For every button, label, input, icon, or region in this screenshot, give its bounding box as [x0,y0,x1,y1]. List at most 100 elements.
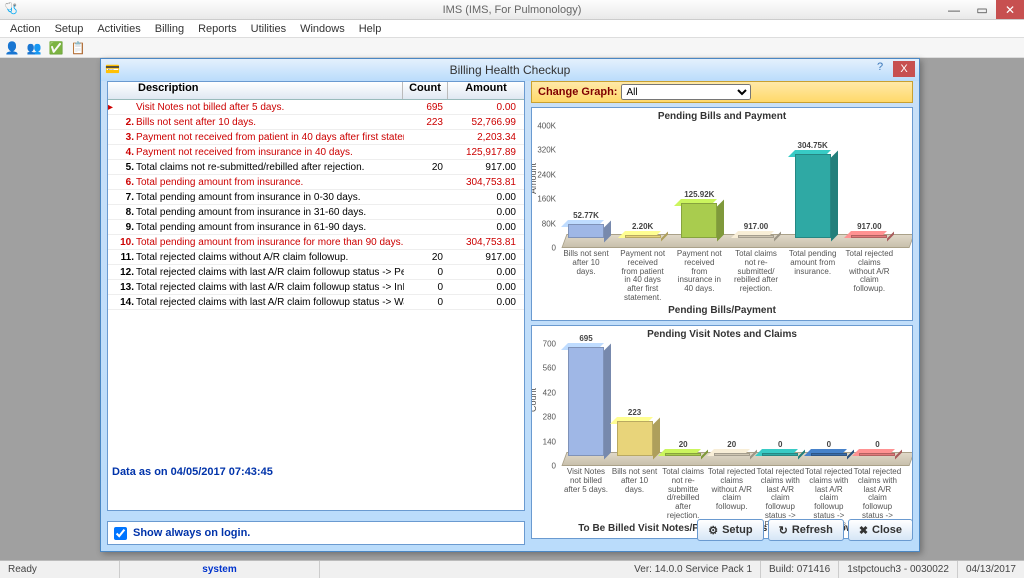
dialog-help-button[interactable]: ? [871,61,889,73]
row-count: 223 [404,117,449,128]
chart-bar [738,235,774,238]
category-label: Total claims not re-submitted/ rebilled … [732,250,780,294]
row-description: Total pending amount from insurance in 3… [136,207,404,218]
table-row[interactable]: 6.Total pending amount from insurance.30… [108,175,524,190]
menu-billing[interactable]: Billing [149,21,190,37]
category-label: Total claims not re-submitte d/rebilled … [659,468,707,521]
bar-value-label: 2.20K [632,222,653,231]
row-number: 2. [118,117,136,128]
menu-help[interactable]: Help [353,21,388,37]
toolbar-icon-3[interactable]: ✅ [48,40,64,56]
row-description: Total rejected claims with last A/R clai… [136,282,404,293]
status-build: Build: 071416 [761,561,839,578]
row-number: 13. [118,282,136,293]
row-description: Total rejected claims with last A/R clai… [136,267,404,278]
row-number: 12. [118,267,136,278]
bar-value-label: 0 [827,440,831,449]
minimize-button[interactable]: — [940,0,968,19]
gear-icon: ⚙ [708,524,718,537]
row-number: 5. [118,162,136,173]
row-number: 11. [118,252,136,263]
col-count[interactable]: Count [403,82,448,99]
workspace: 💳 Billing Health Checkup ? X Description… [0,58,1024,560]
table-row[interactable]: 2.Bills not sent after 10 days.22352,766… [108,115,524,130]
chart-bar [617,421,653,456]
category-label: Payment not received from patient in 40 … [619,250,667,303]
row-amount: 0.00 [449,102,524,113]
table-row[interactable]: ▸Visit Notes not billed after 5 days.695… [108,100,524,115]
category-label: Bills not sent after 10 days. [611,468,659,494]
chart-bar [811,453,847,456]
refresh-icon: ↻ [779,524,788,537]
table-row[interactable]: 9.Total pending amount from insurance in… [108,220,524,235]
table-row[interactable]: 14.Total rejected claims with last A/R c… [108,295,524,310]
statusbar: Ready system Ver: 14.0.0 Service Pack 1 … [0,560,1024,578]
toolbar-icon-4[interactable]: 📋 [70,40,86,56]
toolbar-icon-1[interactable]: 👤 [4,40,20,56]
menu-utilities[interactable]: Utilities [245,21,292,37]
close-button[interactable]: ✖Close [848,519,913,541]
table-row[interactable]: 7.Total pending amount from insurance in… [108,190,524,205]
chart-pending-bills: Pending Bills and PaymentAmount080K160K2… [531,107,913,321]
table-row[interactable]: 10.Total pending amount from insurance f… [108,235,524,250]
dialog-titlebar: 💳 Billing Health Checkup ? X [101,59,919,81]
bar-value-label: 223 [628,408,641,417]
col-amount[interactable]: Amount [448,82,524,99]
chart-plot-area: 52.77K2.20K125.92K917.00304.75K917.00 [558,126,906,248]
show-always-panel: Show always on login. [107,521,525,545]
bar-value-label: 695 [579,334,592,343]
status-date: 04/13/2017 [958,561,1024,578]
row-count: 0 [404,297,449,308]
table-row[interactable]: 8.Total pending amount from insurance in… [108,205,524,220]
show-always-checkbox[interactable] [114,527,127,540]
data-timestamp: Data as on 04/05/2017 07:43:45 [112,466,273,478]
row-amount: 0.00 [449,207,524,218]
row-number: 8. [118,207,136,218]
table-row[interactable]: 13.Total rejected claims with last A/R c… [108,280,524,295]
row-description: Total rejected claims with last A/R clai… [136,297,404,308]
status-system: system [120,561,320,578]
show-always-label: Show always on login. [133,527,250,539]
bar-value-label: 52.77K [573,211,599,220]
table-header: Description Count Amount [108,82,524,100]
row-number: 3. [118,132,136,143]
menubar: ActionSetupActivitiesBillingReportsUtili… [0,20,1024,38]
col-description[interactable]: Description [108,82,403,99]
menu-activities[interactable]: Activities [91,21,146,37]
table-row[interactable]: 5.Total claims not re-submitted/rebilled… [108,160,524,175]
maximize-button[interactable]: ▭ [968,0,996,19]
category-label: Payment not received from insurance in 4… [675,250,723,294]
menu-action[interactable]: Action [4,21,47,37]
window-close-button[interactable]: ✕ [996,0,1024,19]
graph-selector-dropdown[interactable]: All [621,84,751,100]
row-count: 695 [404,102,449,113]
dialog-close-button[interactable]: X [893,61,915,77]
bar-value-label: 917.00 [744,222,768,231]
row-description: Total pending amount from insurance. [136,177,404,188]
setup-button[interactable]: ⚙Setup [697,519,763,541]
toolbar-icon-2[interactable]: 👥 [26,40,42,56]
close-icon: ✖ [859,524,868,537]
chart-bar [795,154,831,238]
table-row[interactable]: 3.Payment not received from patient in 4… [108,130,524,145]
menu-windows[interactable]: Windows [294,21,351,37]
row-number: 10. [118,237,136,248]
row-description: Payment not received from patient in 40 … [136,132,404,143]
menu-reports[interactable]: Reports [192,21,243,37]
bar-value-label: 0 [875,440,879,449]
dialog-icon: 💳 [105,62,120,76]
table-row[interactable]: 12.Total rejected claims with last A/R c… [108,265,524,280]
graph-selector-bar: Change Graph: All [531,81,913,103]
row-amount: 2,203.34 [449,132,524,143]
row-description: Visit Notes not billed after 5 days. [136,102,404,113]
chart-pending-visits: Pending Visit Notes and ClaimsCount01402… [531,325,913,539]
menu-setup[interactable]: Setup [49,21,90,37]
table-row[interactable]: 11.Total rejected claims without A/R cla… [108,250,524,265]
table-row[interactable]: 4.Payment not received from insurance in… [108,145,524,160]
toolbar: 👤 👥 ✅ 📋 [0,38,1024,58]
row-amount: 0.00 [449,192,524,203]
bar-value-label: 304.75K [798,141,828,150]
refresh-button[interactable]: ↻Refresh [768,519,844,541]
chart-bar [665,453,701,456]
row-amount: 917.00 [449,162,524,173]
